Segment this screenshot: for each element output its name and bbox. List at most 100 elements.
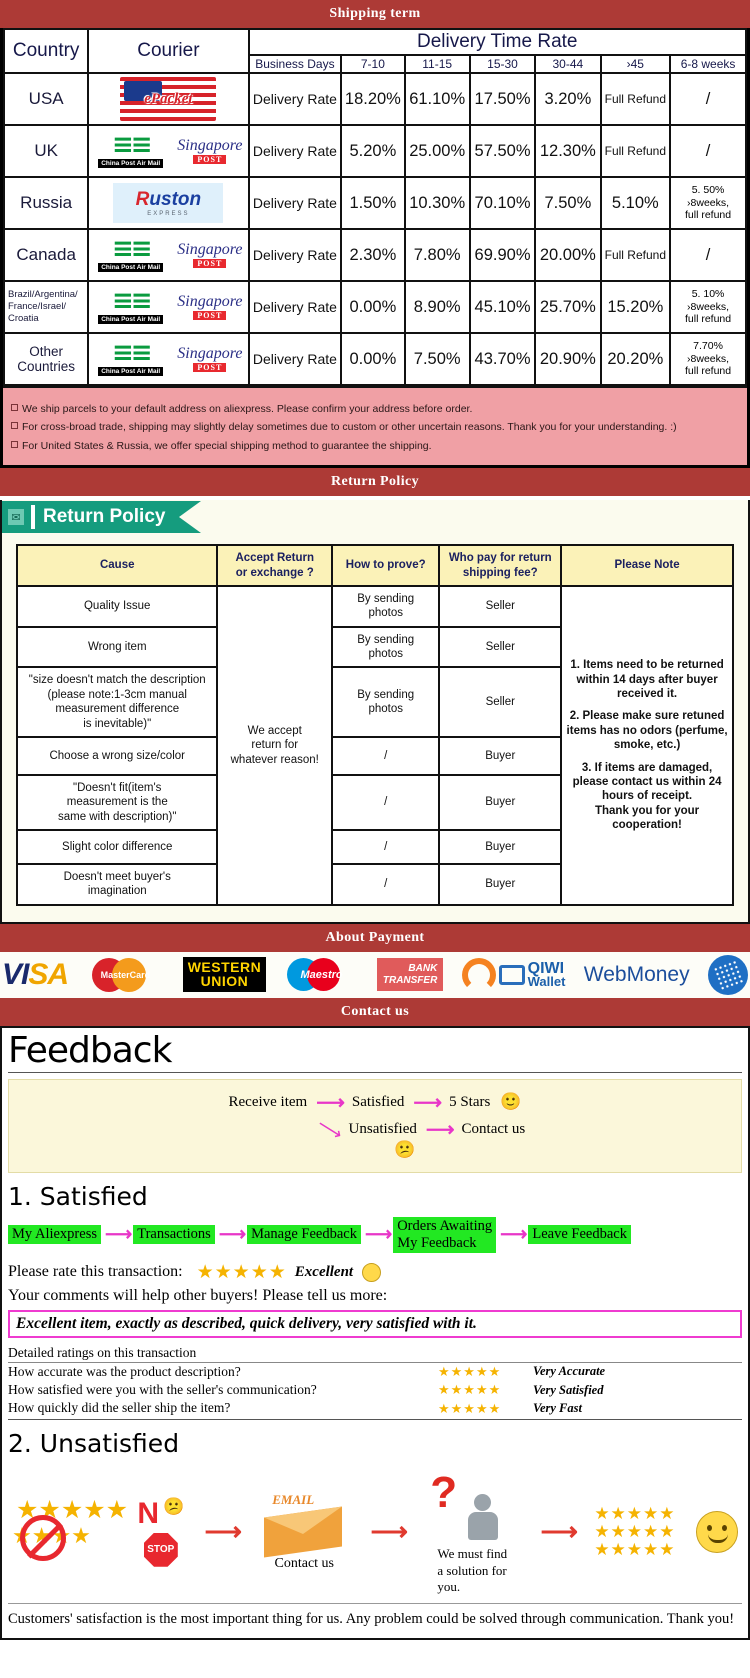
frowning-face-icon: 😕 (163, 1496, 185, 1516)
cell-value: 7.70% ›8weeks, full refund (669, 332, 747, 386)
return-note: Thank you for your cooperation! (594, 804, 700, 831)
divider (8, 1071, 742, 1073)
detail-verdict: Very Accurate (533, 1364, 606, 1379)
cell-value: 20.00% (534, 228, 602, 282)
letter-n-label: N (137, 1496, 160, 1530)
step-orders-awaiting-my-feedback[interactable]: Orders Awaiting My Feedback (393, 1216, 497, 1253)
detail-stars[interactable]: ★★★★★ (438, 1400, 533, 1418)
step-leave-feedback[interactable]: Leave Feedback (528, 1225, 631, 1245)
china-post-air-mail-logo-icon: ≡≡ China Post Air Mail (90, 132, 171, 168)
th-range-15-30: 15-30 (468, 54, 537, 74)
shipping-table-wrap: Country Courier Delivery Time Rate Busin… (0, 28, 750, 469)
satisfied-steps: My Aliexpress ⟶ Transactions ⟶ Manage Fe… (8, 1216, 742, 1253)
envelope-icon: ✉ (8, 509, 24, 526)
cell-value: 15.20% (599, 280, 672, 334)
th-how-to-prove: How to prove? (331, 544, 441, 587)
china-post-air-mail-logo-icon: ≡≡ China Post Air Mail (90, 288, 171, 324)
step-transactions[interactable]: Transactions (133, 1225, 215, 1245)
cell-value: 70.10% (468, 176, 537, 230)
no-stars-icon: ★★★★★ ★★★★ (12, 1493, 128, 1571)
prohibition-sign-icon (20, 1514, 66, 1561)
comment-example-box[interactable]: Excellent item, exactly as described, qu… (8, 1309, 742, 1338)
epacket-logo-icon: ePacket (120, 77, 217, 121)
cell-value: 17.50% (468, 72, 537, 126)
webmoney-globe-icon (707, 954, 748, 995)
table-row: Brazil/Argentina/ France/Israel/ Croatia… (2, 280, 747, 334)
qiwi-wallet-logo-icon: QIWI Wallet (461, 957, 565, 992)
arrow-right-icon: ⟶ (413, 1091, 442, 1114)
table-row: Russia Ruston EXPRESS Delivery Rate 1.50%… (2, 176, 747, 230)
cell-value: 2.30% (340, 228, 406, 282)
cell-country: Canada (2, 228, 90, 282)
arrow-right-icon: ⟶ (316, 1091, 345, 1114)
product-detail-page: Shipping term Country Courier Delivery T… (0, 0, 750, 1640)
cell-payer: Seller (438, 666, 563, 738)
cell-value: 7.50% (403, 332, 471, 386)
cell-payer: Seller (438, 625, 563, 669)
cell-value: 7.80% (403, 228, 471, 282)
cell-rate-label: Delivery Rate (247, 176, 343, 230)
cell-cause: Quality Issue (15, 584, 219, 628)
shipping-header-row-1: Country Courier Delivery Time Rate (2, 28, 748, 74)
cell-value: 5. 50% ›8weeks, full refund (669, 176, 747, 230)
frowning-face-icon: 😕 (394, 1139, 416, 1159)
cell-value: 69.90% (468, 228, 537, 282)
cell-country: Russia (2, 176, 90, 230)
cell-value: 5.10% (599, 176, 672, 230)
detail-rating-row: How satisfied were you with the seller's… (8, 1381, 742, 1399)
return-policy-body: ✉ Return Policy Cause Accept Return or e… (0, 500, 750, 924)
tab-arrow-shape (179, 501, 202, 534)
rating-stars[interactable]: ★★★★★ (197, 1261, 287, 1284)
cell-value: 7.50% (534, 176, 602, 230)
flow-receive-item: Receive item (228, 1093, 308, 1110)
cell-cause: Choose a wrong size/color (15, 735, 219, 776)
cell-value: 61.10% (403, 72, 471, 126)
shipping-note: For United States & Russia, we offer spe… (22, 439, 432, 452)
return-policy-tab-row: ✉ Return Policy (2, 500, 734, 534)
contact-us-banner: Contact us (0, 997, 750, 1026)
step-manage-feedback[interactable]: Manage Feedback (247, 1225, 361, 1245)
cell-payer: Buyer (438, 829, 563, 865)
mastercard-logo-icon: MasterCard (86, 955, 164, 995)
bullet-square-icon (11, 440, 18, 448)
th-courier: Courier (87, 28, 250, 74)
return-policy-tab-label: Return Policy (43, 506, 166, 528)
detail-question: How accurate was the product description… (8, 1363, 241, 1379)
cell-rate-label: Delivery Rate (247, 72, 343, 126)
step-my-aliexpress[interactable]: My Aliexpress (8, 1225, 101, 1245)
smiley-face-icon: 🙂 (500, 1092, 522, 1112)
cell-country: Other Countries (2, 332, 90, 386)
feedback-flow-line-2: ⟶ Unsatisfied ⟶ Contact us (9, 1113, 741, 1144)
cell-cause: "size doesn't match the description (ple… (15, 666, 219, 738)
solution-group: ? We must find a solution for you. (424, 1468, 520, 1595)
th-delivery-time-rate: Delivery Time Rate (247, 28, 748, 56)
cell-value: Full Refund (599, 228, 672, 282)
detail-stars[interactable]: ★★★★★ (438, 1363, 533, 1381)
shipping-notes: We ship parcels to your default address … (3, 386, 747, 466)
detail-stars[interactable]: ★★★★★ (438, 1381, 533, 1399)
shipping-term-banner: Shipping term (0, 0, 750, 28)
th-please-note: Please Note (560, 544, 734, 587)
contact-us-caption: Contact us (274, 1555, 335, 1571)
cell-value: 20.20% (599, 332, 672, 386)
cell-value: / (669, 72, 747, 126)
cell-courier: ≡≡ China Post Air Mail Singapore POST (87, 332, 250, 386)
detail-verdict: Very Fast (533, 1400, 582, 1415)
table-row: USA ePacket Delivery Rate 18.20% 61.10% … (2, 72, 747, 126)
cell-value: 1.50% (340, 176, 406, 230)
cell-how-to-prove: / (331, 829, 441, 865)
cell-value: / (669, 228, 747, 282)
payment-methods-strip: VISA MasterCard WESTERN UNION Maestro BA… (0, 951, 750, 998)
comment-prompt: Your comments will help other buyers! Pl… (8, 1286, 388, 1304)
cell-courier: ≡≡ China Post Air Mail Singapore POST (87, 124, 250, 178)
th-business-days: Business Days (247, 54, 343, 74)
unsatisfied-heading: 2. Unsatisfied (8, 1429, 180, 1459)
cell-value: Full Refund (599, 72, 672, 126)
western-union-line2: UNION (200, 972, 249, 989)
feedback-flow-box: Receive item ⟶ Satisfied ⟶ 5 Stars 🙂 ⟶ U… (8, 1078, 742, 1173)
cell-value: 12.30% (534, 124, 602, 178)
satisfied-heading: 1. Satisfied (8, 1181, 148, 1211)
qiwi-q-shape (461, 957, 496, 992)
arrow-right-icon: ⟶ (218, 1224, 246, 1246)
china-post-air-mail-logo-icon: ≡≡ China Post Air Mail (90, 340, 171, 376)
